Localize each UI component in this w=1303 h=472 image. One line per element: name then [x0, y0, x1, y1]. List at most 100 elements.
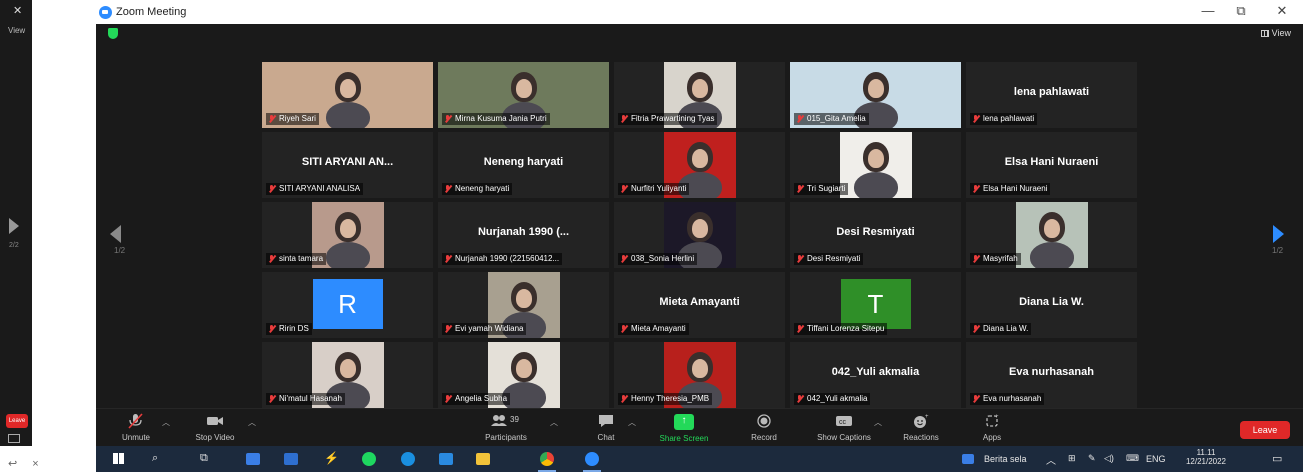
zoom-logo-icon	[99, 6, 112, 19]
news-text[interactable]: Berita sela	[984, 454, 1027, 464]
pen-icon[interactable]: ✎	[1088, 453, 1096, 464]
background-view-button[interactable]: View	[8, 26, 25, 35]
previous-page-arrow-icon[interactable]	[110, 225, 121, 243]
audio-options-chevron-icon[interactable]: ︿	[162, 417, 170, 428]
participant-tile[interactable]: Elsa Hani Nuraeni Elsa Hani Nuraeni	[966, 132, 1137, 198]
next-page-arrow-icon[interactable]	[1273, 225, 1284, 243]
encryption-shield-icon[interactable]	[108, 28, 118, 39]
news-widget-icon[interactable]	[962, 454, 974, 464]
desktop-corner: ↩ ×	[0, 446, 96, 472]
leave-button[interactable]: Leave	[1240, 421, 1290, 439]
participant-name: Fitria Prawartining Tyas	[631, 114, 715, 123]
participant-gallery: Riyeh Sari Mirna Kusuma Jania Putri Fitria…	[262, 62, 1137, 408]
minimize-button[interactable]: —	[1198, 3, 1218, 18]
participant-tile[interactable]: 015_Gita Amelia	[790, 62, 961, 128]
participants-button[interactable]: 39 Participants	[476, 413, 536, 442]
participants-chevron-icon[interactable]: ︿	[550, 417, 558, 428]
participant-name-label: Eva nurhasanah	[970, 393, 1045, 405]
visual-studio-code-icon[interactable]: ⚡	[324, 451, 339, 465]
chrome-icon[interactable]	[540, 452, 554, 466]
view-button[interactable]: View	[1260, 28, 1291, 38]
search-icon[interactable]: ⌕	[152, 452, 158, 465]
video-options-chevron-icon[interactable]: ︿	[248, 417, 256, 428]
store-icon[interactable]	[284, 453, 298, 465]
notification-icon[interactable]: ▭	[1272, 452, 1282, 465]
participant-tile[interactable]: Fitria Prawartining Tyas	[614, 62, 785, 128]
participant-tile[interactable]: Diana Lia W. Diana Lia W.	[966, 272, 1137, 338]
mail-icon[interactable]	[439, 453, 453, 465]
participant-tile[interactable]: Masyrifah	[966, 202, 1137, 268]
background-next-page-icon[interactable]	[9, 218, 19, 234]
participant-display-name: Mieta Amayanti	[659, 296, 740, 308]
close-button[interactable]: ✕	[1272, 3, 1292, 19]
participant-tile[interactable]: SITI ARYANI AN... SITI ARYANI ANALISA	[262, 132, 433, 198]
reactions-button[interactable]: + Reactions	[896, 413, 946, 442]
participant-name: lena pahlawati	[983, 114, 1035, 123]
background-leave-button[interactable]: Leave	[6, 414, 28, 428]
stop-video-button[interactable]: Stop Video	[190, 413, 240, 442]
participant-name: Henny Theresia_PMB	[631, 394, 710, 403]
muted-mic-icon	[621, 395, 627, 403]
participant-tile[interactable]: T Tiffani Lorenza Sitepu	[790, 272, 961, 338]
language-indicator[interactable]: ENG	[1146, 454, 1166, 464]
participant-tile[interactable]: Nurjanah 1990 (... Nurjanah 1990 (2215604…	[438, 202, 609, 268]
share-screen-button[interactable]: ↑ Share Screen	[652, 413, 716, 443]
participant-tile[interactable]: Ni'matul Hasanah	[262, 342, 433, 408]
captions-chevron-icon[interactable]: ︿	[874, 417, 882, 428]
screen: ✕ View 2/2 Leave ↩ × Zoom Meeting — ⧉ ✕ …	[0, 0, 1303, 472]
captions-cc-icon: cc	[804, 413, 884, 429]
participant-display-name: Diana Lia W.	[1019, 296, 1084, 308]
background-close-icon[interactable]: ✕	[13, 4, 22, 17]
muted-mic-icon	[621, 325, 627, 333]
unmute-label: Unmute	[121, 433, 150, 442]
participant-tile[interactable]: 038_Sonia Herlini	[614, 202, 785, 268]
participant-tile[interactable]: Angelia Subha	[438, 342, 609, 408]
keyboard-icon[interactable]: ⌨	[1126, 453, 1139, 464]
unmute-button[interactable]: Unmute	[116, 413, 156, 442]
participant-tile[interactable]: 042_Yuli akmalia 042_Yuli akmalia	[790, 342, 961, 408]
participant-tile[interactable]: Henny Theresia_PMB	[614, 342, 785, 408]
participant-tile[interactable]: R Ririn DS	[262, 272, 433, 338]
participant-tile[interactable]: Mieta Amayanti Mieta Amayanti	[614, 272, 785, 338]
participant-display-name: 042_Yuli akmalia	[831, 366, 920, 378]
skype-icon[interactable]	[401, 452, 415, 466]
participant-tile[interactable]: Tri Sugiarti	[790, 132, 961, 198]
participant-name-label: 038_Sonia Herlini	[618, 253, 698, 265]
title-bar: Zoom Meeting — ⧉ ✕	[96, 0, 1303, 24]
participant-name-label: Fitria Prawartining Tyas	[618, 113, 718, 125]
participant-tile[interactable]: Eva nurhasanah Eva nurhasanah	[966, 342, 1137, 408]
participant-tile[interactable]: Desi Resmiyati Desi Resmiyati	[790, 202, 961, 268]
participant-name: Eva nurhasanah	[983, 394, 1042, 403]
clock[interactable]: 11.11 12/21/2022	[1184, 448, 1228, 466]
participant-name: Desi Resmiyati	[807, 254, 861, 263]
restore-button[interactable]: ⧉	[1231, 3, 1251, 19]
participant-tile[interactable]: Riyeh Sari	[262, 62, 433, 128]
volume-icon[interactable]: ◁)	[1104, 453, 1114, 464]
file-explorer-icon[interactable]	[246, 453, 260, 465]
apps-button[interactable]: + Apps	[974, 413, 1010, 442]
reactions-label: Reactions	[903, 433, 939, 442]
participant-tile[interactable]: Mirna Kusuma Jania Putri	[438, 62, 609, 128]
folder-icon[interactable]	[476, 453, 490, 465]
participant-tile[interactable]: Neneng haryati Neneng haryati	[438, 132, 609, 198]
participant-tile[interactable]: Evi yamah Widiana	[438, 272, 609, 338]
background-chat-icon[interactable]	[8, 434, 20, 443]
task-view-icon[interactable]: ⧉	[200, 452, 208, 465]
chat-chevron-icon[interactable]: ︿	[628, 417, 636, 428]
participant-tile[interactable]: sinta tamara	[262, 202, 433, 268]
participant-tile[interactable]: Nurfitri Yuliyanti	[614, 132, 785, 198]
chat-button[interactable]: Chat	[586, 413, 626, 442]
emoji-reaction-icon: +	[896, 413, 946, 429]
participant-name-label: Desi Resmiyati	[794, 253, 864, 265]
record-icon	[744, 413, 784, 429]
participant-name: Nurjanah 1990 (221560412...	[455, 254, 560, 263]
participant-name-label: Elsa Hani Nuraeni	[970, 183, 1051, 195]
show-captions-button[interactable]: cc Show Captions	[804, 413, 884, 442]
network-icon[interactable]: ⊞	[1068, 453, 1076, 464]
windows-start-icon[interactable]	[113, 453, 124, 464]
tray-chevron-icon[interactable]: ︿	[1046, 452, 1056, 467]
participant-tile[interactable]: lena pahlawati lena pahlawati	[966, 62, 1137, 128]
record-button[interactable]: Record	[744, 413, 784, 442]
spotify-icon[interactable]	[362, 452, 376, 466]
zoom-taskbar-icon[interactable]	[585, 452, 599, 466]
